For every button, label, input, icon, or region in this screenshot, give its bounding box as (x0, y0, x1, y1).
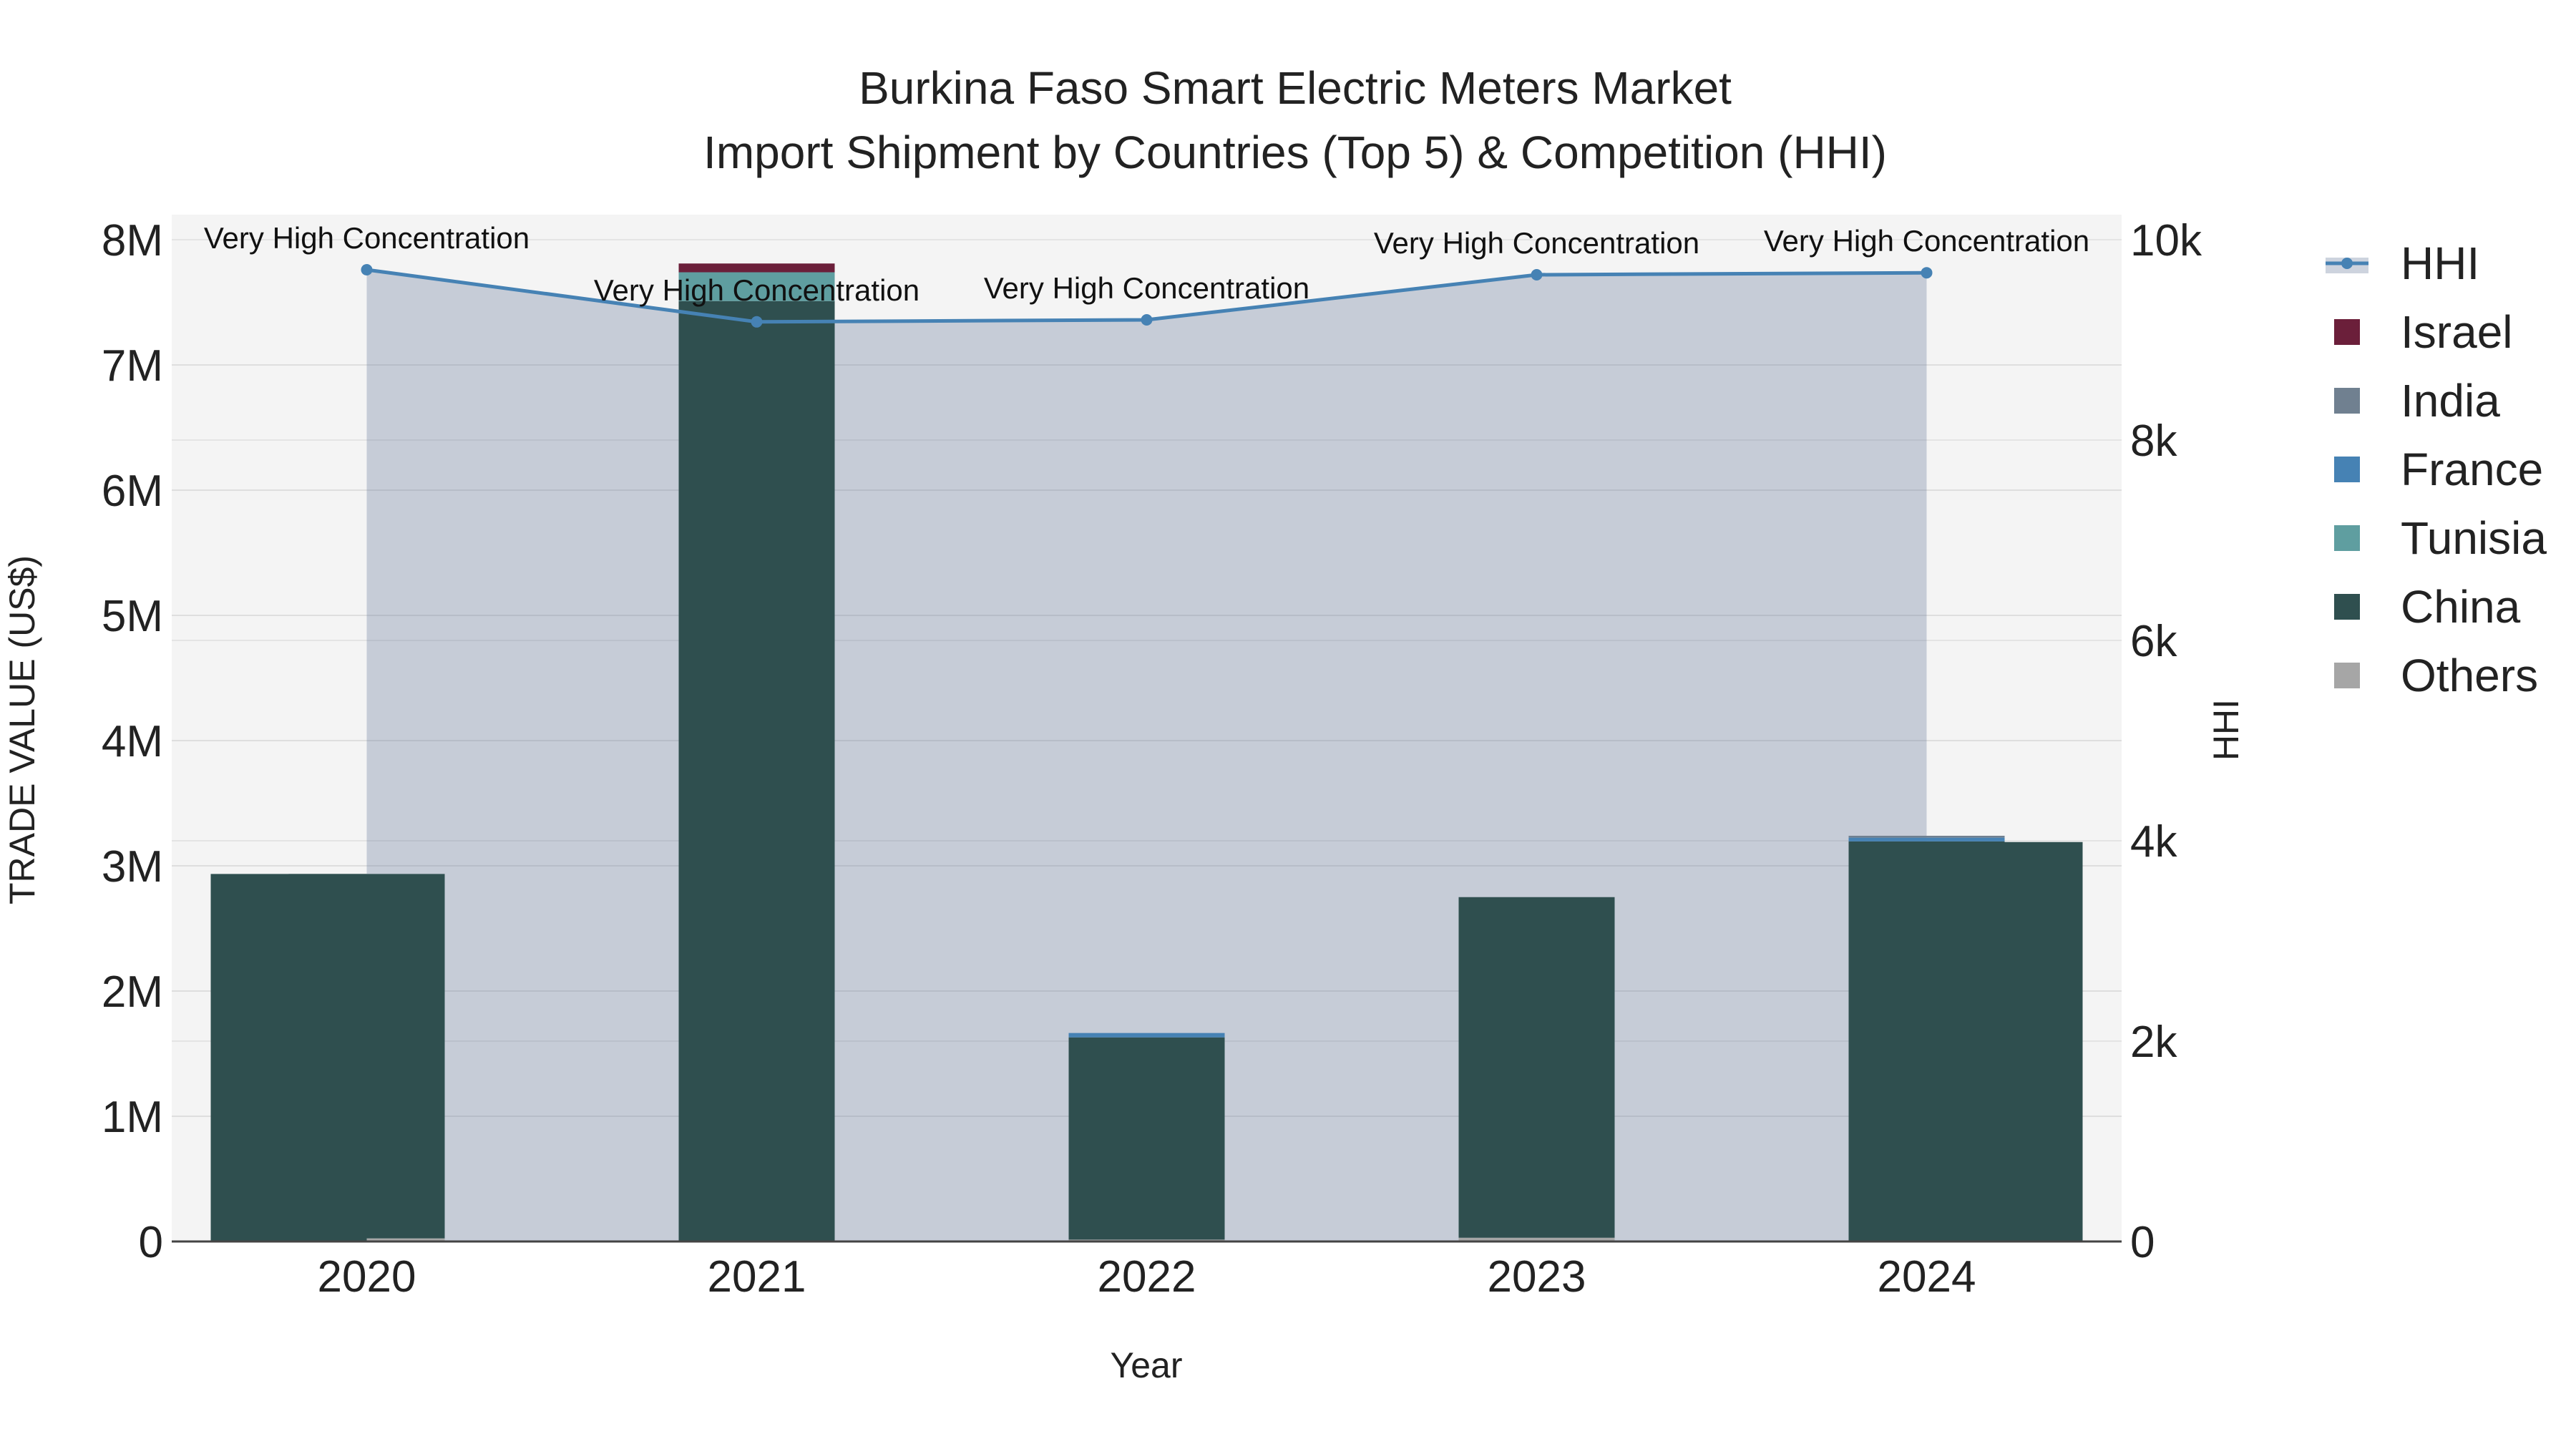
bar-israel-2021 (678, 263, 835, 273)
x-axis-title: Year (1110, 1345, 1182, 1385)
bar-france-2024 (1848, 837, 2005, 841)
y-tick-label: 7M (102, 341, 163, 391)
chart-title: Burkina Faso Smart Electric Meters Marke… (859, 62, 1732, 114)
bar-china-2021 (678, 301, 835, 1241)
x-axis-ticks: 2020 2021 2022 2023 2024 (318, 1252, 1976, 1302)
y2-tick-label: 10k (2130, 216, 2202, 265)
hhi-point-2024 (1921, 267, 1933, 279)
hhi-annotation-2022: Very High Concentration (984, 271, 1309, 305)
y-tick-label: 8M (102, 216, 163, 265)
y-tick-label: 5M (102, 592, 163, 641)
bar-india-2024 (1848, 836, 2005, 838)
y2-tick-label: 8k (2130, 416, 2177, 466)
bar-china-2022 (1068, 1037, 1225, 1240)
hhi-point-2020 (361, 264, 373, 275)
y2-axis-title: HHI (2206, 699, 2246, 761)
hhi-point-2022 (1141, 314, 1153, 326)
hhi-point-2021 (751, 316, 763, 328)
legend-label-israel: Israel (2401, 306, 2513, 358)
bar-china-overlay-2020 (210, 874, 367, 1241)
x-tick-label: 2022 (1098, 1252, 1196, 1302)
x-tick-label: 2023 (1488, 1252, 1586, 1302)
legend-swatch-france (2334, 457, 2360, 482)
y-tick-label: 3M (102, 842, 163, 892)
x-tick-label: 2020 (318, 1252, 416, 1302)
legend-label-china: China (2401, 581, 2521, 633)
y-tick-label: 4M (102, 717, 163, 766)
chart: Very High Concentration Very High Concent… (2, 62, 2547, 1385)
legend-swatch-israel (2334, 319, 2360, 345)
y2-tick-label: 4k (2130, 817, 2177, 867)
legend-label-france: France (2401, 444, 2543, 495)
x-tick-label: 2021 (708, 1252, 806, 1302)
legend-swatch-china (2334, 594, 2360, 620)
legend-swatch-tunisia (2334, 525, 2360, 551)
legend: HHI Israel India France Tunisia China Others (2326, 238, 2547, 701)
bar-china-overlay-2024 (1926, 841, 2083, 1241)
y-tick-label: 0 (139, 1218, 163, 1267)
bar-china-2023 (1458, 897, 1615, 1238)
legend-label-others: Others (2401, 650, 2538, 701)
x-tick-label: 2024 (1878, 1252, 1976, 1302)
y-tick-label: 2M (102, 967, 163, 1017)
y-axis-title: TRADE VALUE (US$) (2, 555, 42, 904)
legend-label-hhi: HHI (2401, 238, 2479, 289)
legend-swatch-others (2334, 663, 2360, 688)
legend-label-india: India (2401, 375, 2500, 426)
hhi-point-2023 (1531, 269, 1543, 280)
hhi-annotation-2020: Very High Concentration (204, 221, 530, 255)
y2-tick-label: 0 (2130, 1218, 2155, 1267)
legend-swatch-hhi-marker (2341, 258, 2353, 269)
hhi-annotation-2023: Very High Concentration (1374, 226, 1699, 260)
chart-subtitle: Import Shipment by Countries (Top 5) & C… (703, 127, 1887, 178)
bar-france-2022 (1068, 1033, 1225, 1038)
y2-tick-label: 2k (2130, 1018, 2177, 1067)
y2-tick-label: 6k (2130, 617, 2177, 666)
y2-axis-ticks: 0 2k 4k 6k 8k 10k (2130, 216, 2202, 1267)
hhi-annotation-2021: Very High Concentration (594, 273, 919, 307)
legend-swatch-india (2334, 388, 2360, 414)
legend-label-tunisia: Tunisia (2401, 512, 2547, 564)
y-tick-label: 6M (102, 467, 163, 516)
y-tick-label: 1M (102, 1093, 163, 1142)
y-axis-ticks: 0 1M 2M 3M 4M 5M 6M 7M 8M (102, 216, 163, 1267)
hhi-annotation-2024: Very High Concentration (1764, 224, 2089, 258)
